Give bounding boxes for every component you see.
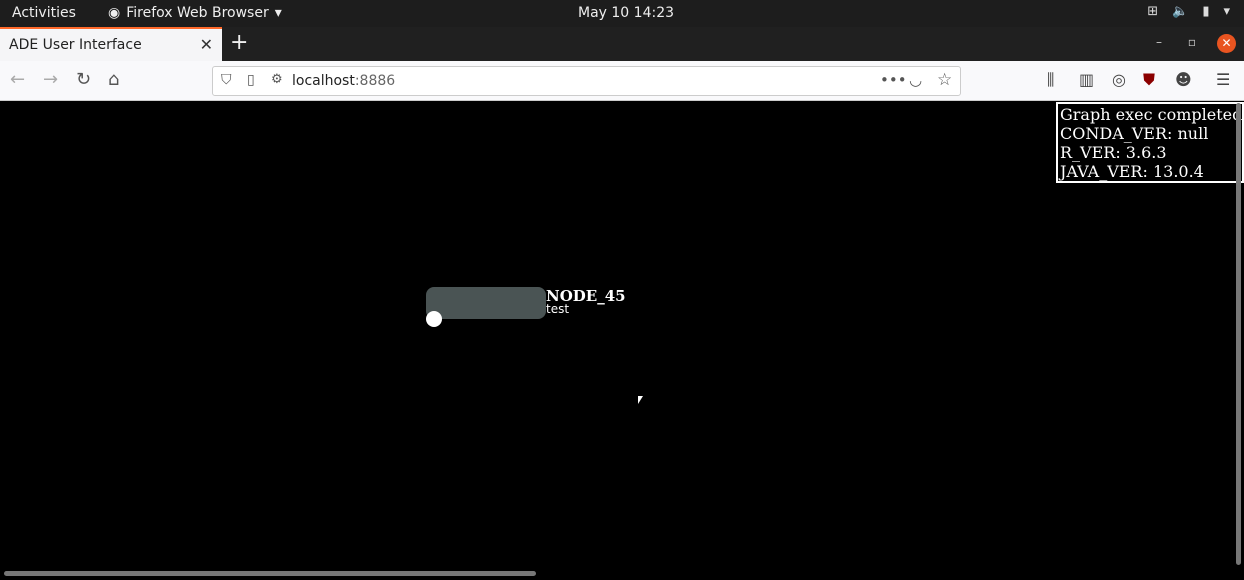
activities-button[interactable]: Activities bbox=[12, 5, 76, 21]
status-line: Graph exec completed bbox=[1060, 105, 1243, 124]
home-icon[interactable]: ⌂ bbox=[108, 69, 119, 90]
graph-canvas[interactable]: Graph exec completed CONDA_VER: null R_V… bbox=[0, 101, 1244, 580]
chevron-down-icon: ▾ bbox=[1223, 4, 1230, 19]
java-version: JAVA_VER: 13.0.4 bbox=[1060, 162, 1204, 181]
horizontal-scrollbar[interactable] bbox=[4, 571, 536, 576]
new-tab-icon[interactable]: + bbox=[230, 30, 248, 55]
system-top-bar: Activities ◉ Firefox Web Browser ▾ May 1… bbox=[0, 0, 1244, 27]
ublock-icon[interactable]: ⛊ bbox=[1143, 70, 1155, 90]
tab-ade-user-interface[interactable]: ADE User Interface ✕ bbox=[0, 27, 222, 61]
tab-strip: ADE User Interface ✕ + – ▫ ✕ bbox=[0, 27, 1244, 61]
app-menu[interactable]: ◉ Firefox Web Browser ▾ bbox=[108, 5, 282, 21]
volume-icon: 🔈 bbox=[1172, 4, 1189, 19]
vertical-scrollbar[interactable] bbox=[1236, 103, 1241, 565]
chevron-down-icon: ▾ bbox=[274, 5, 282, 21]
mouse-cursor-icon bbox=[638, 396, 643, 404]
bookmark-star-icon[interactable]: ☆ bbox=[937, 70, 952, 90]
system-clock[interactable]: May 10 14:23 bbox=[578, 5, 674, 21]
library-icon[interactable]: ⫼ bbox=[1047, 70, 1054, 90]
reload-icon[interactable]: ↻ bbox=[76, 69, 91, 90]
battery-icon: ▮ bbox=[1202, 4, 1210, 19]
system-tray[interactable]: ⊞ 🔈 ▮ ▾ bbox=[1147, 4, 1230, 19]
maximize-icon[interactable]: ▫ bbox=[1188, 35, 1196, 49]
page-actions-icon[interactable]: ••• bbox=[880, 71, 907, 89]
page-info-icon[interactable]: ▯ bbox=[247, 72, 255, 88]
forward-icon[interactable]: → bbox=[43, 69, 58, 90]
url-bar[interactable]: ⛉ ▯ ⚙ localhost:8886 ••• ◡ ☆ bbox=[212, 66, 961, 96]
firefox-icon: ◉ bbox=[108, 5, 121, 21]
graph-node[interactable] bbox=[426, 287, 546, 319]
url-text[interactable]: localhost:8886 bbox=[292, 73, 395, 89]
tab-close-icon[interactable]: ✕ bbox=[200, 35, 213, 54]
minimize-icon[interactable]: – bbox=[1156, 35, 1162, 49]
r-version: R_VER: 3.6.3 bbox=[1060, 143, 1167, 162]
tracking-shield-icon[interactable]: ⛉ bbox=[221, 72, 232, 88]
window-close-icon[interactable]: ✕ bbox=[1217, 34, 1236, 53]
node-subtitle: test bbox=[546, 302, 570, 316]
extension-icon[interactable]: ☻ bbox=[1175, 70, 1192, 89]
node-port[interactable] bbox=[426, 311, 442, 327]
conda-version: CONDA_VER: null bbox=[1060, 124, 1209, 143]
navigation-toolbar: ← → ↻ ⌂ ⛉ ▯ ⚙ localhost:8886 ••• ◡ ☆ ⫼ ▥… bbox=[0, 61, 1244, 101]
app-menu-label: Firefox Web Browser bbox=[126, 5, 269, 21]
tab-title: ADE User Interface bbox=[9, 37, 142, 53]
network-icon: ⊞ bbox=[1147, 4, 1159, 19]
menu-icon[interactable]: ☰ bbox=[1216, 70, 1230, 89]
sidebar-icon[interactable]: ▥ bbox=[1079, 70, 1094, 89]
permissions-icon[interactable]: ⚙ bbox=[271, 72, 283, 87]
status-panel: Graph exec completed CONDA_VER: null R_V… bbox=[1056, 102, 1244, 183]
account-icon[interactable]: ◎ bbox=[1112, 70, 1126, 89]
back-icon[interactable]: ← bbox=[10, 69, 25, 90]
pocket-icon[interactable]: ◡ bbox=[909, 71, 922, 89]
